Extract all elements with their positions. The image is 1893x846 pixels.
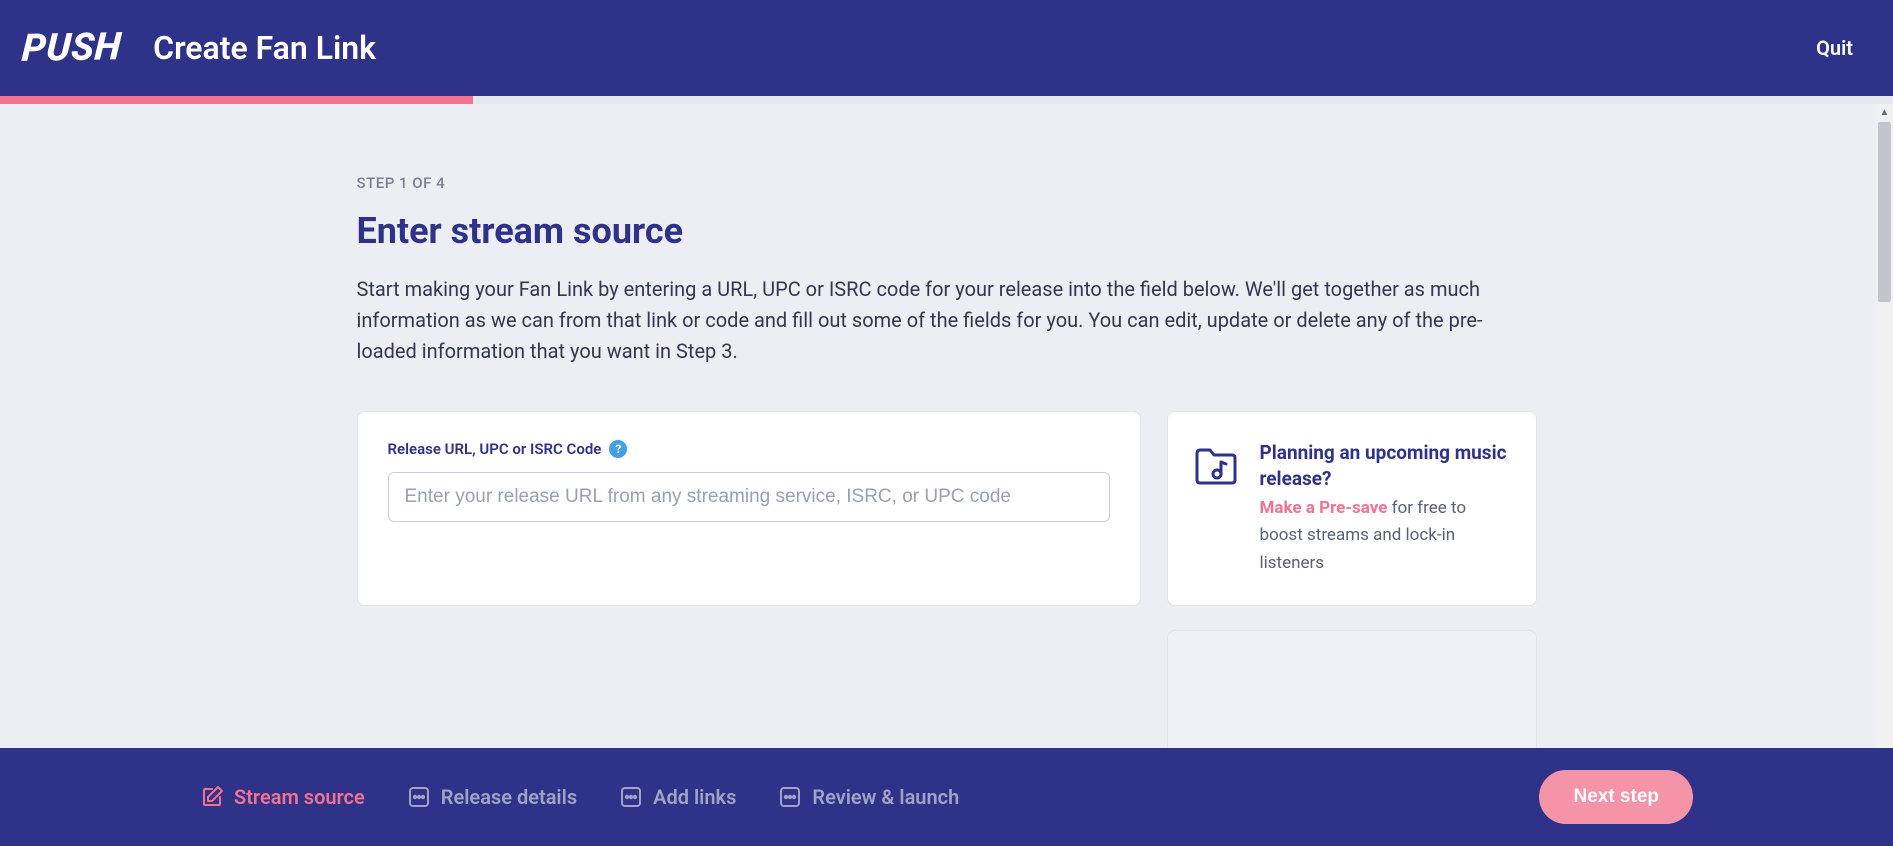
- dots-box-icon: [778, 785, 802, 809]
- step-review-launch[interactable]: Review & launch: [778, 785, 959, 809]
- edit-icon: [200, 785, 224, 809]
- quit-button[interactable]: Quit: [1816, 36, 1853, 60]
- step-stream-source[interactable]: Stream source: [200, 785, 365, 809]
- dots-box-icon: [619, 785, 643, 809]
- wizard-steps: Stream source Release details: [200, 785, 959, 809]
- help-icon[interactable]: ?: [609, 440, 627, 458]
- source-input-card: Release URL, UPC or ISRC Code ?: [357, 411, 1141, 606]
- step-heading: Enter stream source: [357, 210, 1537, 252]
- scrollbar[interactable]: ▲: [1876, 104, 1893, 748]
- field-label-text: Release URL, UPC or ISRC Code: [388, 440, 602, 458]
- presave-description: Make a Pre-save for free to boost stream…: [1260, 495, 1512, 577]
- source-field-label: Release URL, UPC or ISRC Code ?: [388, 440, 1110, 458]
- scrollbar-thumb[interactable]: [1878, 122, 1891, 302]
- step-label: Add links: [653, 785, 736, 809]
- dots-box-icon: [407, 785, 431, 809]
- make-presave-link[interactable]: Make a Pre-save: [1260, 498, 1388, 518]
- progress-fill: [0, 96, 473, 104]
- app-header: PUSH Create Fan Link Quit: [0, 0, 1893, 96]
- content-scroll[interactable]: STEP 1 OF 4 Enter stream source Start ma…: [0, 104, 1893, 748]
- step-description: Start making your Fan Link by entering a…: [357, 274, 1537, 367]
- brand-logo: PUSH: [20, 25, 122, 71]
- page-title: Create Fan Link: [153, 29, 376, 67]
- next-step-button[interactable]: Next step: [1539, 770, 1693, 824]
- step-label: Stream source: [234, 785, 365, 809]
- music-folder-icon: [1192, 440, 1240, 488]
- progress-bar: [0, 96, 1893, 104]
- wizard-footer: Stream source Release details: [0, 748, 1893, 846]
- step-add-links[interactable]: Add links: [619, 785, 736, 809]
- step-label: Review & launch: [812, 785, 959, 809]
- preview-placeholder: [1167, 630, 1537, 748]
- scroll-up-arrow-icon[interactable]: ▲: [1876, 104, 1893, 121]
- step-label: Release details: [441, 785, 577, 809]
- release-source-input[interactable]: [388, 472, 1110, 522]
- presave-promo-card: Planning an upcoming music release? Make…: [1167, 411, 1537, 606]
- presave-title: Planning an upcoming music release?: [1260, 440, 1512, 491]
- step-release-details[interactable]: Release details: [407, 785, 577, 809]
- step-counter: STEP 1 OF 4: [357, 174, 1537, 192]
